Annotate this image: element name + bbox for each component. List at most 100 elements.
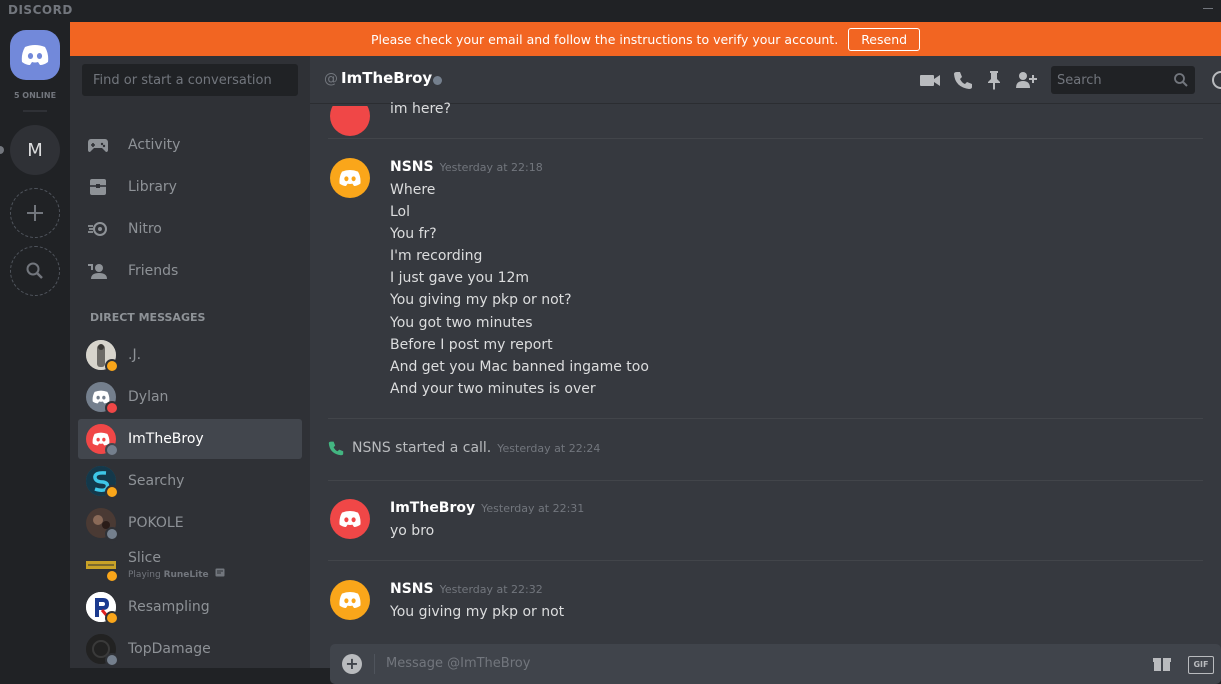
message-author[interactable]: NSNS Yesterday at 22:32: [390, 581, 543, 597]
status-idle-icon: [105, 569, 119, 583]
nav-label: Friends: [128, 263, 179, 279]
dm-item-j[interactable]: .J.: [78, 335, 302, 375]
user-avatar[interactable]: [330, 158, 370, 198]
message-text: You got two minutes: [390, 315, 533, 331]
friends-icon: [86, 259, 110, 283]
message-timestamp: Yesterday at 22:18: [439, 161, 543, 174]
author-name[interactable]: ImTheBroy: [390, 500, 475, 516]
avatar: [86, 382, 119, 415]
chat-title: ImTheBroy: [341, 69, 433, 87]
nav-activity[interactable]: Activity: [78, 125, 302, 165]
minimize-button[interactable]: [1203, 2, 1215, 14]
avatar: [86, 424, 119, 457]
message-timestamp: Yesterday at 22:31: [481, 502, 585, 515]
message-text: I just gave you 12m: [390, 270, 530, 286]
user-avatar[interactable]: [330, 499, 370, 539]
avatar: [86, 508, 119, 541]
dm-item-slice[interactable]: Slice Playing RuneLite: [78, 545, 302, 585]
search-placeholder: Search: [1057, 73, 1102, 88]
online-count: 5 ONLINE: [13, 91, 57, 100]
message-timestamp: Yesterday at 22:32: [439, 583, 543, 596]
message-input[interactable]: Message @ImTheBroy: [386, 656, 530, 671]
phone-icon: [328, 441, 344, 456]
call-system-message: NSNS started a call. Yesterday at 22:24: [328, 440, 600, 456]
guild-bar: 5 ONLINE M: [0, 22, 70, 668]
find-conversation-input[interactable]: Find or start a conversation: [82, 64, 298, 96]
message-divider: [328, 418, 1203, 419]
user-avatar[interactable]: [330, 580, 370, 620]
message-text: You fr?: [390, 226, 437, 242]
avatar: [86, 340, 119, 373]
library-icon: [86, 175, 110, 199]
voice-call-icon[interactable]: [952, 69, 974, 91]
chat-search-input[interactable]: Search: [1051, 66, 1195, 94]
dm-item-resampling[interactable]: Resampling: [78, 587, 302, 627]
avatar: [86, 550, 119, 583]
status-dnd-icon: [105, 401, 119, 415]
message-text: You giving my pkp or not?: [390, 292, 572, 308]
banner-text: Please check your email and follow the i…: [370, 31, 839, 47]
discord-logo-icon: [339, 511, 361, 527]
direct-messages-header: DIRECT MESSAGES: [90, 311, 206, 324]
video-call-icon[interactable]: [919, 69, 941, 91]
rich-presence-icon: [215, 568, 225, 577]
avatar: [86, 592, 119, 625]
activity-status: Playing RuneLite: [128, 568, 225, 580]
mention-icon[interactable]: [1210, 69, 1221, 91]
status-idle-icon: [105, 485, 119, 499]
message-input-bar: + Message @ImTheBroy GIF: [330, 644, 1221, 684]
pinned-messages-icon[interactable]: [983, 69, 1005, 91]
discord-logo-icon: [21, 45, 49, 65]
add-friend-to-dm-icon[interactable]: [1015, 69, 1037, 91]
gift-icon[interactable]: [1152, 654, 1172, 676]
message-text: And get you Mac banned ingame too: [390, 359, 649, 375]
verify-email-banner: Please check your email and follow the i…: [70, 22, 1221, 56]
status-offline-icon: [105, 443, 119, 457]
dm-name: Resampling: [128, 599, 210, 615]
dm-item-imthebroy[interactable]: ImTheBroy: [78, 419, 302, 459]
avatar: [86, 634, 119, 667]
dm-item-topdamage[interactable]: TopDamage: [78, 629, 302, 669]
dm-name: Searchy: [128, 473, 185, 489]
author-name[interactable]: NSNS: [390, 159, 434, 175]
chat-area: @ ImTheBroy Search im here? NSNS Yesterd…: [310, 56, 1221, 684]
message-divider: [328, 560, 1203, 561]
guild-separator: [23, 110, 47, 112]
author-name[interactable]: NSNS: [390, 581, 434, 597]
message-author[interactable]: NSNS Yesterday at 22:18: [390, 159, 543, 175]
message-text: yo bro: [390, 523, 435, 539]
plus-icon: [27, 205, 43, 221]
nav-label: Nitro: [128, 221, 162, 237]
nav-nitro[interactable]: Nitro: [78, 209, 302, 249]
status-idle-icon: [105, 359, 119, 373]
discord-logo-icon: [339, 170, 361, 186]
at-icon: @: [324, 71, 338, 87]
dm-item-dylan[interactable]: Dylan: [78, 377, 302, 417]
nav-friends[interactable]: Friends: [78, 251, 302, 291]
dm-name: ImTheBroy: [128, 431, 204, 447]
status-offline-icon: [433, 76, 442, 85]
dm-item-pokole[interactable]: POKOLE: [78, 503, 302, 543]
upload-plus-icon[interactable]: +: [342, 654, 362, 674]
add-server-button[interactable]: [10, 188, 60, 238]
dm-item-searchy[interactable]: Searchy: [78, 461, 302, 501]
dm-name: Slice: [128, 550, 161, 566]
message-text: Lol: [390, 204, 411, 220]
dm-name: .J.: [128, 347, 142, 363]
home-button[interactable]: [10, 30, 60, 80]
nav-label: Activity: [128, 137, 181, 153]
search-icon: [1173, 72, 1189, 92]
explore-servers-button[interactable]: [10, 246, 60, 296]
resend-button[interactable]: Resend: [848, 27, 921, 51]
status-idle-icon: [105, 611, 119, 625]
message-author[interactable]: ImTheBroy Yesterday at 22:31: [390, 500, 584, 516]
unread-pill: [0, 146, 4, 154]
message-divider: [328, 480, 1203, 481]
dm-name: TopDamage: [128, 641, 211, 657]
nav-label: Library: [128, 179, 177, 195]
gif-picker-button[interactable]: GIF: [1188, 656, 1214, 674]
message-text: Before I post my report: [390, 337, 553, 353]
nav-library[interactable]: Library: [78, 167, 302, 207]
server-icon-m[interactable]: M: [10, 125, 60, 175]
call-text: NSNS started a call.: [352, 440, 492, 456]
